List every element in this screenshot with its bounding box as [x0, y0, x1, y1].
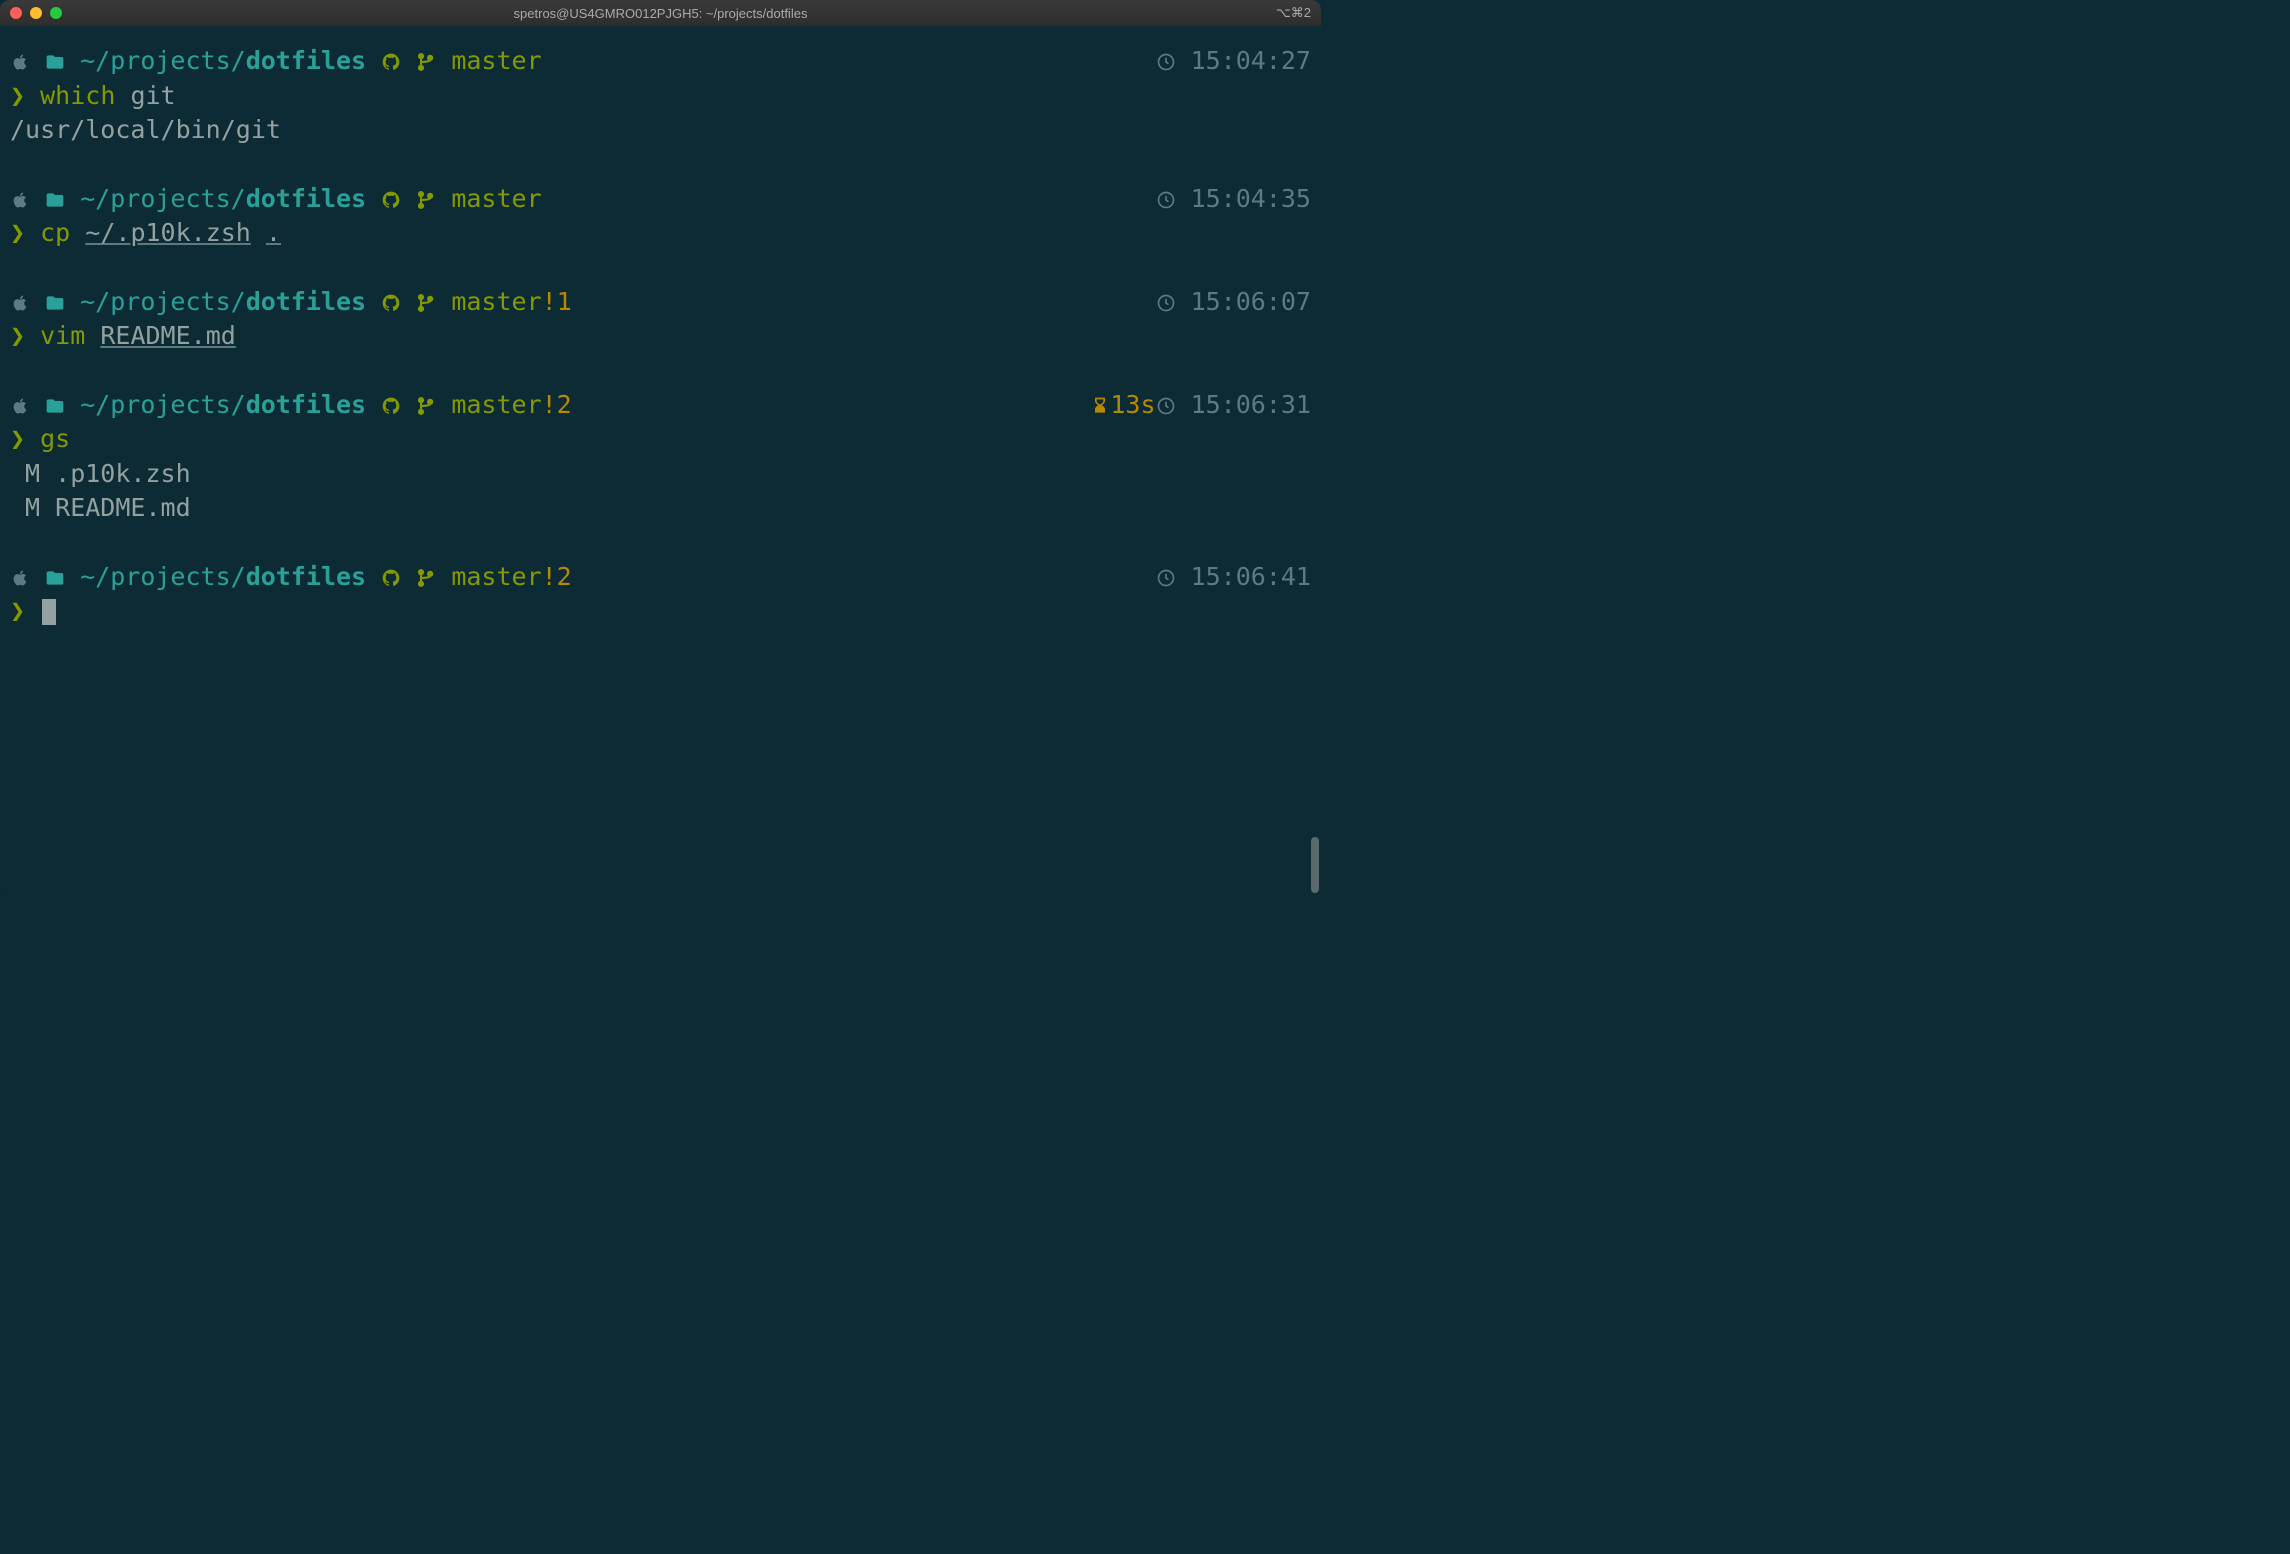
git-branch: master [451, 388, 541, 423]
traffic-lights [10, 7, 62, 19]
git-branch: master [451, 285, 541, 320]
titlebar[interactable]: spetros@US4GMRO012PJGH5: ~/projects/dotf… [0, 0, 1321, 26]
clock-icon [1156, 182, 1176, 217]
path-prefix: ~/projects/ [80, 388, 246, 423]
branch-icon [416, 285, 436, 320]
prompt-line: ~/projects/dotfiles master !1 15:06:07 [10, 285, 1311, 320]
command-segment [85, 321, 100, 350]
command-segment: cp [40, 218, 70, 247]
apple-icon [10, 44, 30, 79]
timestamp: 15:04:27 [1191, 44, 1311, 79]
prompt-line: ~/projects/dotfiles master !2 15:06:41 [10, 560, 1311, 595]
spacer [10, 526, 1311, 560]
command-segment: README.md [100, 321, 235, 350]
command-segment: gs [40, 424, 70, 453]
apple-icon [10, 182, 30, 217]
apple-icon [10, 560, 30, 595]
git-status: !2 [542, 388, 572, 423]
path-prefix: ~/projects/ [80, 44, 246, 79]
command-segment [70, 218, 85, 247]
folder-icon [45, 285, 65, 320]
command-segment: . [266, 218, 281, 247]
output-line: /usr/local/bin/git [10, 113, 1311, 148]
branch-icon [416, 44, 436, 79]
path-current: dotfiles [246, 388, 366, 423]
timestamp: 15:04:35 [1191, 182, 1311, 217]
command-line[interactable]: ❯ which git [10, 79, 1311, 114]
folder-icon [45, 388, 65, 423]
clock-icon [1156, 285, 1176, 320]
path-prefix: ~/projects/ [80, 285, 246, 320]
path-prefix: ~/projects/ [80, 560, 246, 595]
apple-icon [10, 388, 30, 423]
github-icon [381, 560, 401, 595]
git-branch: master [451, 44, 541, 79]
spacer [10, 251, 1311, 285]
prompt-line: ~/projects/dotfiles master 15:04:35 [10, 182, 1311, 217]
prompt-line: ~/projects/dotfiles master !2 13s 15:06:… [10, 388, 1311, 423]
command-line[interactable]: ❯ [10, 594, 1311, 629]
window-title: spetros@US4GMRO012PJGH5: ~/projects/dotf… [514, 6, 808, 21]
timestamp: 15:06:07 [1191, 285, 1311, 320]
path-current: dotfiles [246, 285, 366, 320]
folder-icon [45, 182, 65, 217]
command-line[interactable]: ❯ vim README.md [10, 319, 1311, 354]
git-branch: master [451, 182, 541, 217]
command-segment: vim [40, 321, 85, 350]
spacer [10, 354, 1311, 388]
prompt-char: ❯ [10, 596, 25, 625]
git-status: !1 [542, 285, 572, 320]
path-current: dotfiles [246, 44, 366, 79]
hourglass-icon [1090, 388, 1110, 423]
prompt-line: ~/projects/dotfiles master 15:04:27 [10, 44, 1311, 79]
clock-icon [1156, 388, 1176, 423]
github-icon [381, 285, 401, 320]
output-line: M .p10k.zsh [10, 457, 1311, 492]
cursor [42, 599, 56, 625]
maximize-button[interactable] [50, 7, 62, 19]
timestamp: 15:06:31 [1191, 388, 1311, 423]
timestamp: 15:06:41 [1191, 560, 1311, 595]
command-segment: ~/.p10k.zsh [85, 218, 251, 247]
prompt-char: ❯ [10, 424, 25, 453]
command-line[interactable]: ❯ cp ~/.p10k.zsh . [10, 216, 1311, 251]
clock-icon [1156, 560, 1176, 595]
output-line: M README.md [10, 491, 1311, 526]
prompt-char: ❯ [10, 321, 25, 350]
github-icon [381, 44, 401, 79]
git-status: !2 [542, 560, 572, 595]
prompt-char: ❯ [10, 81, 25, 110]
path-prefix: ~/projects/ [80, 182, 246, 217]
terminal-window: spetros@US4GMRO012PJGH5: ~/projects/dotf… [0, 0, 1321, 896]
apple-icon [10, 285, 30, 320]
branch-icon [416, 560, 436, 595]
path-current: dotfiles [246, 182, 366, 217]
command-line[interactable]: ❯ gs [10, 422, 1311, 457]
branch-icon [416, 182, 436, 217]
github-icon [381, 182, 401, 217]
clock-icon [1156, 44, 1176, 79]
command-segment: git [115, 81, 175, 110]
scrollbar[interactable] [1311, 837, 1319, 893]
git-branch: master [451, 560, 541, 595]
branch-icon [416, 388, 436, 423]
prompt-char: ❯ [10, 218, 25, 247]
folder-icon [45, 560, 65, 595]
command-segment [251, 218, 266, 247]
spacer [10, 148, 1311, 182]
terminal-content[interactable]: ~/projects/dotfiles master 15:04:27❯ whi… [0, 26, 1321, 896]
folder-icon [45, 44, 65, 79]
path-current: dotfiles [246, 560, 366, 595]
close-button[interactable] [10, 7, 22, 19]
duration: 13s [1110, 388, 1155, 423]
window-shortcut: ⌥⌘2 [1276, 5, 1311, 21]
github-icon [381, 388, 401, 423]
command-segment: which [40, 81, 115, 110]
minimize-button[interactable] [30, 7, 42, 19]
